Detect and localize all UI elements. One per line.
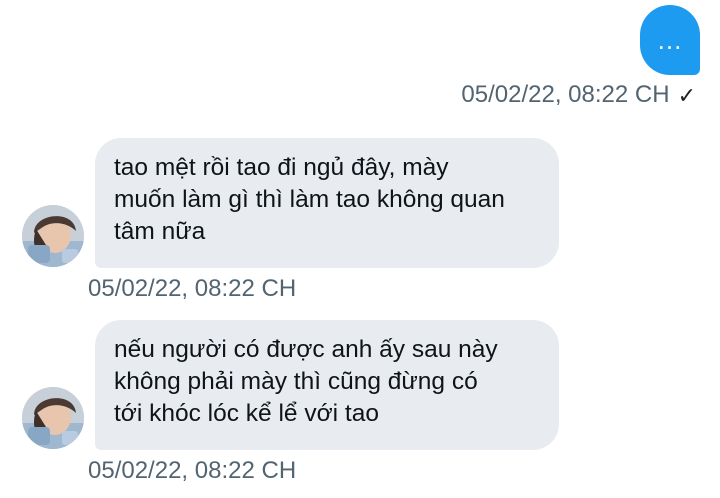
- received-message-bubble[interactable]: nếu người có được anh ấy sau này không p…: [95, 320, 559, 450]
- sent-message-text: ...: [657, 25, 683, 55]
- sent-message-bubble[interactable]: ...: [640, 5, 700, 75]
- message-line: muốn làm gì thì làm tao không quan: [114, 186, 505, 213]
- message-line: tao mệt rồi tao đi ngủ đây, mày: [114, 154, 449, 181]
- avatar[interactable]: [22, 387, 84, 449]
- avatar-image: [22, 387, 84, 449]
- message-line: nếu người có được anh ấy sau này: [114, 336, 498, 363]
- message-line: không phải mày thì cũng đừng có: [114, 368, 478, 395]
- avatar[interactable]: [22, 205, 84, 267]
- check-icon: ✓: [677, 83, 696, 108]
- received-message-timestamp: 05/02/22, 08:22 CH: [88, 457, 297, 484]
- sent-message-meta: 05/02/22, 08:22 CH ✓: [461, 78, 696, 112]
- message-line: tâm nữa: [114, 218, 206, 245]
- sent-message-timestamp: 05/02/22, 08:22 CH: [461, 81, 670, 108]
- message-line: tới khóc lóc kể lể với tao: [114, 400, 379, 427]
- received-message-bubble[interactable]: tao mệt rồi tao đi ngủ đây, mày muốn làm…: [95, 138, 559, 268]
- received-message-timestamp: 05/02/22, 08:22 CH: [88, 275, 297, 302]
- avatar-image: [22, 205, 84, 267]
